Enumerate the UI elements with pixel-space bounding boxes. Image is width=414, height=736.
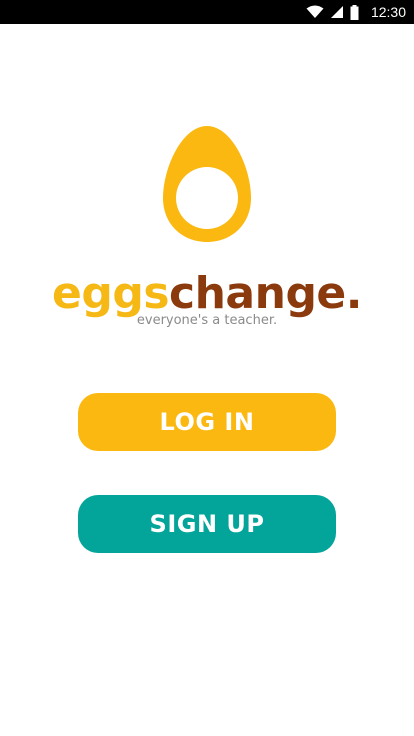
status-time: 12:30 [370, 4, 406, 20]
status-icons: 12:30 [306, 4, 406, 20]
brand-part-change: change. [169, 268, 362, 319]
cellular-signal-icon [330, 6, 343, 18]
status-bar: 12:30 [0, 0, 414, 24]
wifi-icon [306, 5, 324, 18]
brand-part-eggs: eggs [51, 268, 170, 319]
battery-icon [350, 4, 359, 20]
tagline: everyone's a teacher. [136, 313, 278, 328]
egg-icon [163, 126, 251, 242]
login-button[interactable]: LOG IN [78, 393, 336, 451]
signup-button[interactable]: SIGN UP [78, 495, 336, 553]
